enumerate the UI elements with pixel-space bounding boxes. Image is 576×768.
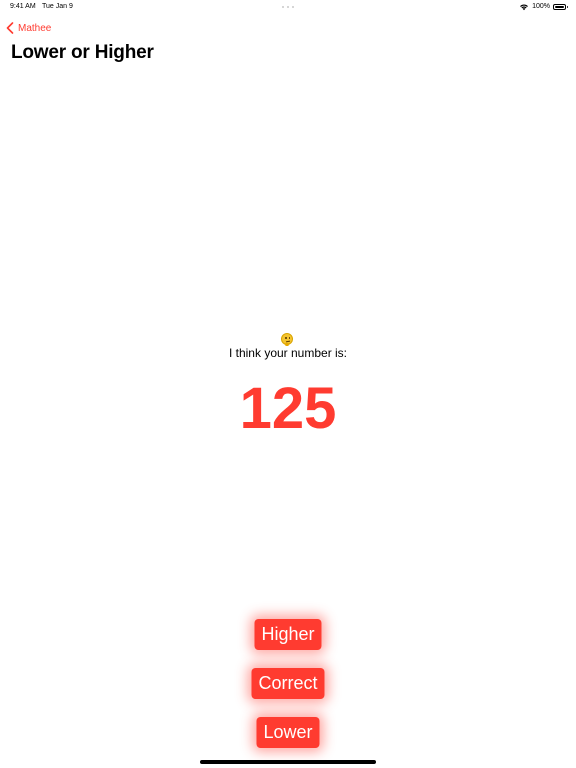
battery-percentage: 100% xyxy=(532,3,550,10)
status-date: Tue Jan 9 xyxy=(42,3,73,10)
lower-button[interactable]: Lower xyxy=(256,717,320,748)
status-right-group: 100% xyxy=(519,0,568,14)
wifi-icon xyxy=(520,4,528,11)
status-bar: 9:41 AM Tue Jan 9 100% xyxy=(0,0,576,14)
app-screen: 9:41 AM Tue Jan 9 100% Mathee Lower or H… xyxy=(0,0,576,768)
back-button-label: Mathee xyxy=(18,22,52,34)
battery-icon xyxy=(553,4,568,10)
higher-button[interactable]: Higher xyxy=(254,619,322,650)
multitasking-indicator[interactable] xyxy=(282,6,294,8)
chevron-left-icon xyxy=(6,22,14,34)
page-title: Lower or Higher xyxy=(11,42,154,63)
back-button[interactable]: Mathee xyxy=(6,20,51,36)
guess-number: 125 xyxy=(239,376,337,441)
thinking-face-icon xyxy=(281,333,293,346)
guess-prompt: I think your number is: xyxy=(228,346,348,360)
status-time: 9:41 AM xyxy=(10,3,36,10)
correct-button[interactable]: Correct xyxy=(251,668,325,699)
home-indicator[interactable] xyxy=(200,760,376,764)
